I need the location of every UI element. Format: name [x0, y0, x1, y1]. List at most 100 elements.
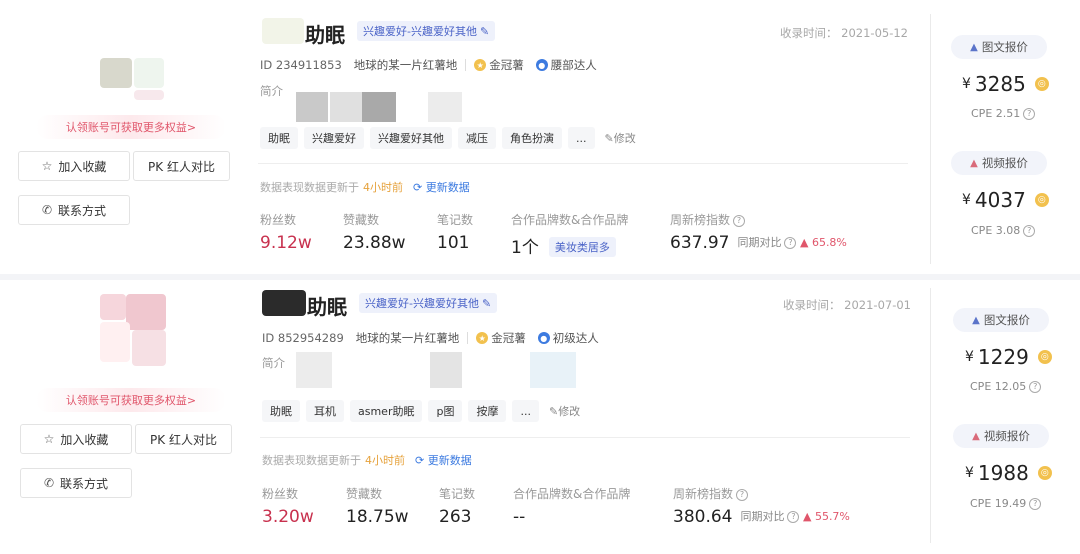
notes-label: 笔记数	[437, 213, 474, 227]
help-icon[interactable]: ?	[1029, 380, 1042, 393]
level-icon: ●	[537, 332, 550, 344]
edit-tags-link[interactable]: ✎修改	[549, 403, 580, 419]
pencil-icon: ✎	[481, 296, 492, 310]
claim-account-link[interactable]: 认领账号可获取更多权益>	[36, 115, 226, 139]
avatar[interactable]	[90, 294, 170, 366]
contact-label: 联系方式	[60, 476, 109, 491]
brands-label: 合作品牌数&合作品牌	[511, 213, 629, 227]
pk-compare-label: PK 红人对比	[150, 432, 217, 447]
add-favorite-label: 加入收藏	[58, 159, 107, 174]
medal-icon: ★	[474, 59, 487, 71]
contact-button[interactable]: ✆ 联系方式	[20, 468, 132, 498]
record-label: 收录时间：	[783, 298, 841, 312]
tag-item[interactable]: 助眠	[262, 400, 300, 422]
video-price-header: ▲ 视频报价	[953, 424, 1049, 448]
compare-row: 同期对比? ▲ 65.8%	[737, 236, 846, 249]
video-price: ¥ 1988 ◎	[965, 461, 1052, 485]
category-tag[interactable]: 兴趣爱好-兴趣爱好其他 ✎	[357, 21, 496, 41]
help-icon[interactable]: ?	[733, 214, 746, 227]
record-date: 2021-07-01	[844, 298, 911, 312]
image-price: ¥ 1229 ◎	[965, 345, 1052, 369]
coin-icon: ◎	[1034, 193, 1049, 207]
record-label: 收录时间：	[780, 26, 838, 40]
influencer-card: 认领账号可获取更多权益> ☆ 加入收藏 PK 红人对比 ✆ 联系方式 助眠 兴趣…	[0, 0, 1080, 274]
intro-redacted	[296, 92, 328, 122]
fans-value: 3.20w	[262, 507, 314, 527]
help-icon[interactable]: ?	[1023, 107, 1036, 120]
tag-item[interactable]: 耳机	[306, 400, 344, 422]
record-time: 收录时间： 2021-05-12	[780, 25, 908, 41]
brands-value: --	[513, 507, 526, 527]
refresh-label: 更新数据	[427, 454, 472, 467]
updated-prefix: 数据表现数据更新于	[260, 181, 359, 194]
pencil-icon: ✎	[479, 24, 490, 38]
updated-time: 4小时前	[365, 454, 405, 467]
tag-item[interactable]: 助眠	[260, 127, 298, 149]
image-price-label: 图文报价	[983, 313, 1030, 327]
contact-button[interactable]: ✆ 联系方式	[18, 195, 130, 225]
help-icon[interactable]: ?	[1023, 224, 1036, 237]
coin-icon: ◎	[1037, 350, 1052, 364]
index-label-text: 周新榜指数	[670, 213, 731, 227]
likes-label: 赞藏数	[343, 213, 380, 227]
index-label: 周新榜指数?	[670, 211, 746, 228]
tag-item[interactable]: p图	[428, 400, 463, 422]
refresh-data-button[interactable]: ⟳ 更新数据	[413, 179, 470, 195]
refresh-icon: ⟳	[415, 454, 425, 467]
more-tags[interactable]: ...	[512, 400, 539, 422]
claim-account-link[interactable]: 认领账号可获取更多权益>	[36, 388, 226, 412]
edit-tags-link[interactable]: ✎修改	[605, 130, 636, 146]
tag-item[interactable]: 减压	[458, 127, 496, 149]
influencer-card: 认领账号可获取更多权益> ☆ 加入收藏 PK 红人对比 ✆ 联系方式 助眠 兴趣…	[0, 280, 1080, 554]
tag-item[interactable]: 兴趣爱好其他	[370, 127, 452, 149]
pk-compare-button[interactable]: PK 红人对比	[135, 424, 232, 454]
influencer-name[interactable]: 助眠	[307, 291, 347, 320]
rank-label: 金冠薯	[491, 331, 526, 345]
tag-item[interactable]: 角色扮演	[502, 127, 562, 149]
tag-item[interactable]: 按摩	[468, 400, 507, 422]
help-icon[interactable]: ?	[784, 236, 797, 249]
notes-value: 101	[437, 233, 470, 253]
coin-icon: ◎	[1037, 466, 1052, 480]
flask-icon: ▲	[972, 430, 980, 442]
add-favorite-button[interactable]: ☆ 加入收藏	[20, 424, 132, 454]
name-redacted	[262, 290, 306, 316]
likes-value: 23.88w	[343, 233, 406, 253]
star-icon: ☆	[41, 159, 53, 173]
updated-time: 4小时前	[363, 181, 403, 194]
tag-list: 助眠 兴趣爱好 兴趣爱好其他 减压 角色扮演 ... ✎修改	[260, 127, 636, 149]
category-tag[interactable]: 兴趣爱好-兴趣爱好其他 ✎	[359, 293, 498, 313]
help-icon[interactable]: ?	[736, 488, 749, 501]
add-favorite-button[interactable]: ☆ 加入收藏	[18, 151, 130, 181]
video-cpe: CPE 19.49?	[970, 497, 1042, 510]
tag-item[interactable]: asmer助眠	[350, 400, 423, 422]
video-cpe: CPE 3.08?	[971, 224, 1036, 237]
more-tags[interactable]: ...	[568, 127, 595, 149]
name-redacted	[262, 18, 304, 44]
level-label: 初级达人	[552, 331, 599, 345]
pk-compare-button[interactable]: PK 红人对比	[133, 151, 230, 181]
index-label-text: 周新榜指数	[673, 487, 734, 501]
record-time: 收录时间： 2021-07-01	[783, 297, 911, 313]
tag-item[interactable]: 兴趣爱好	[304, 127, 364, 149]
notes-label: 笔记数	[439, 487, 476, 501]
fans-label: 粉丝数	[260, 213, 297, 227]
image-price-value: 1229	[977, 345, 1029, 369]
profile-info-row: ID 852954289 地球的某一片红薯地 ★ 金冠薯 ● 初级达人	[262, 330, 599, 346]
brands-count: 1个	[511, 238, 539, 258]
add-favorite-label: 加入收藏	[60, 432, 109, 447]
influencer-name[interactable]: 助眠	[305, 19, 345, 48]
intro-label: 简介	[260, 84, 283, 98]
help-icon[interactable]: ?	[1029, 497, 1042, 510]
flask-icon: ▲	[970, 157, 978, 169]
refresh-data-button[interactable]: ⟳ 更新数据	[415, 452, 472, 468]
video-price-value: 1988	[977, 461, 1029, 485]
edit-label: 修改	[613, 132, 636, 145]
phone-icon: ✆	[41, 203, 53, 217]
compare-label: 同期对比	[740, 510, 785, 523]
help-icon[interactable]: ?	[787, 510, 800, 523]
id-value: 234911853	[275, 58, 342, 72]
video-price-value: 4037	[974, 188, 1026, 212]
level-label: 腰部达人	[550, 58, 597, 72]
avatar[interactable]	[90, 28, 170, 100]
